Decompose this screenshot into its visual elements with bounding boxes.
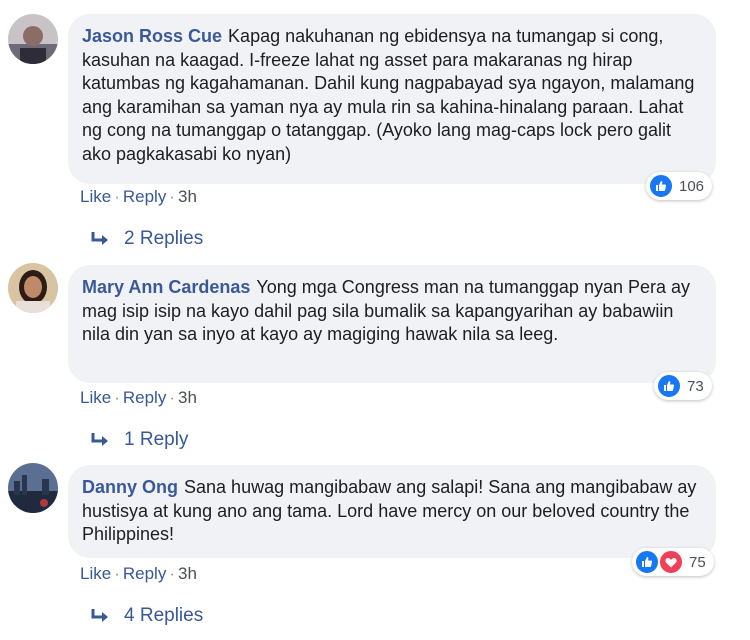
reaction-count: 75	[689, 553, 706, 571]
comment-actions: Like · Reply · 3h	[80, 564, 197, 584]
like-button[interactable]: Like	[80, 187, 111, 206]
reply-button[interactable]: Reply	[123, 187, 166, 206]
like-button[interactable]: Like	[80, 564, 111, 583]
separator-dot: ·	[114, 388, 120, 407]
comment-bubble: Danny Ong Sana huwag mangibabaw ang salap…	[68, 465, 716, 558]
like-reaction-icon	[657, 374, 681, 398]
view-replies-link[interactable]: 2 Replies	[90, 228, 203, 250]
separator-dot: ·	[114, 187, 120, 206]
love-reaction-icon	[659, 550, 683, 574]
comment-text: Kapag nakuhanan ng ebidensya na tumangap…	[82, 26, 695, 164]
reaction-count: 106	[679, 177, 705, 195]
separator-dot: ·	[169, 187, 175, 206]
replies-count[interactable]: 1 Reply	[124, 429, 188, 451]
reply-arrow-icon	[91, 232, 108, 245]
comment-bubble: Mary Ann Cardenas Yong mga Congress man n…	[68, 265, 716, 383]
reaction-count: 73	[687, 377, 704, 395]
timestamp[interactable]: 3h	[178, 564, 197, 583]
separator-dot: ·	[169, 388, 175, 407]
timestamp[interactable]: 3h	[178, 187, 197, 206]
like-button[interactable]: Like	[80, 388, 111, 407]
reactions-summary[interactable]: 73	[654, 372, 712, 400]
separator-dot: ·	[169, 564, 175, 583]
reply-arrow-icon	[91, 609, 108, 622]
comment-author[interactable]: Mary Ann Cardenas	[82, 277, 250, 297]
like-reaction-icon	[635, 550, 659, 574]
view-replies-link[interactable]: 1 Reply	[90, 429, 188, 451]
avatar[interactable]	[8, 463, 58, 513]
reactions-summary[interactable]: 106	[646, 172, 713, 200]
comment-actions: Like · Reply · 3h	[80, 388, 197, 408]
comment-author[interactable]: Jason Ross Cue	[82, 26, 222, 46]
replies-count[interactable]: 4 Replies	[124, 605, 203, 627]
replies-count[interactable]: 2 Replies	[124, 228, 203, 250]
avatar[interactable]	[8, 14, 58, 64]
like-reaction-icon	[649, 174, 673, 198]
timestamp[interactable]: 3h	[178, 388, 197, 407]
reply-button[interactable]: Reply	[123, 388, 166, 407]
separator-dot: ·	[114, 564, 120, 583]
view-replies-link[interactable]: 4 Replies	[90, 605, 203, 627]
comment-bubble: Jason Ross Cue Kapag nakuhanan ng ebidens…	[68, 14, 716, 184]
comment-actions: Like · Reply · 3h	[80, 187, 197, 207]
comment-author[interactable]: Danny Ong	[82, 477, 178, 497]
reply-button[interactable]: Reply	[123, 564, 166, 583]
reactions-summary[interactable]: 75	[632, 548, 714, 576]
avatar[interactable]	[8, 263, 58, 313]
reply-arrow-icon	[91, 433, 108, 446]
